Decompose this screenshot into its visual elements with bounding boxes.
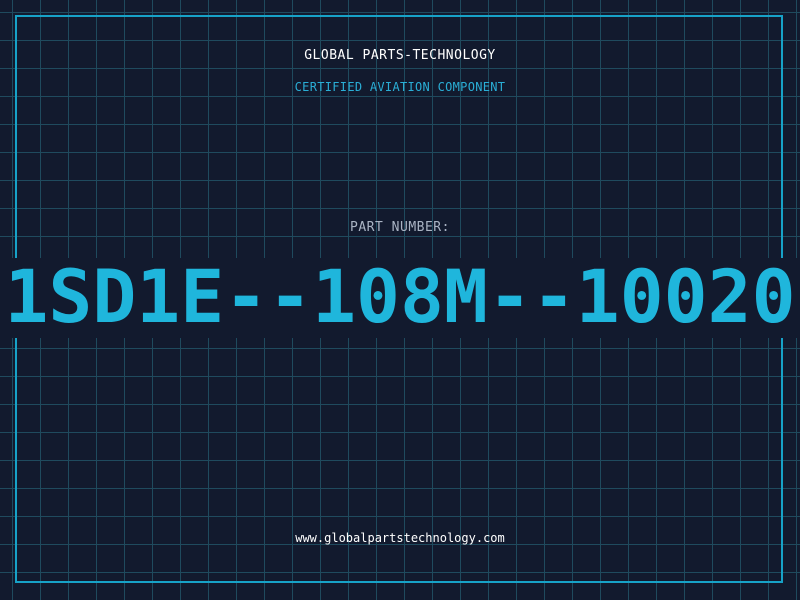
part-number-label: PART NUMBER: [350,220,450,235]
part-number-value: 1SD1E--108M--10020 [4,255,796,340]
part-number-band: 1SD1E--108M--10020 [0,258,800,338]
certification-tagline: CERTIFIED AVIATION COMPONENT [294,80,506,94]
label-canvas: GLOBAL PARTS-TECHNOLOGY CERTIFIED AVIATI… [0,0,800,600]
website-url: www.globalpartstechnology.com [295,531,505,545]
company-name: GLOBAL PARTS-TECHNOLOGY [304,48,496,63]
